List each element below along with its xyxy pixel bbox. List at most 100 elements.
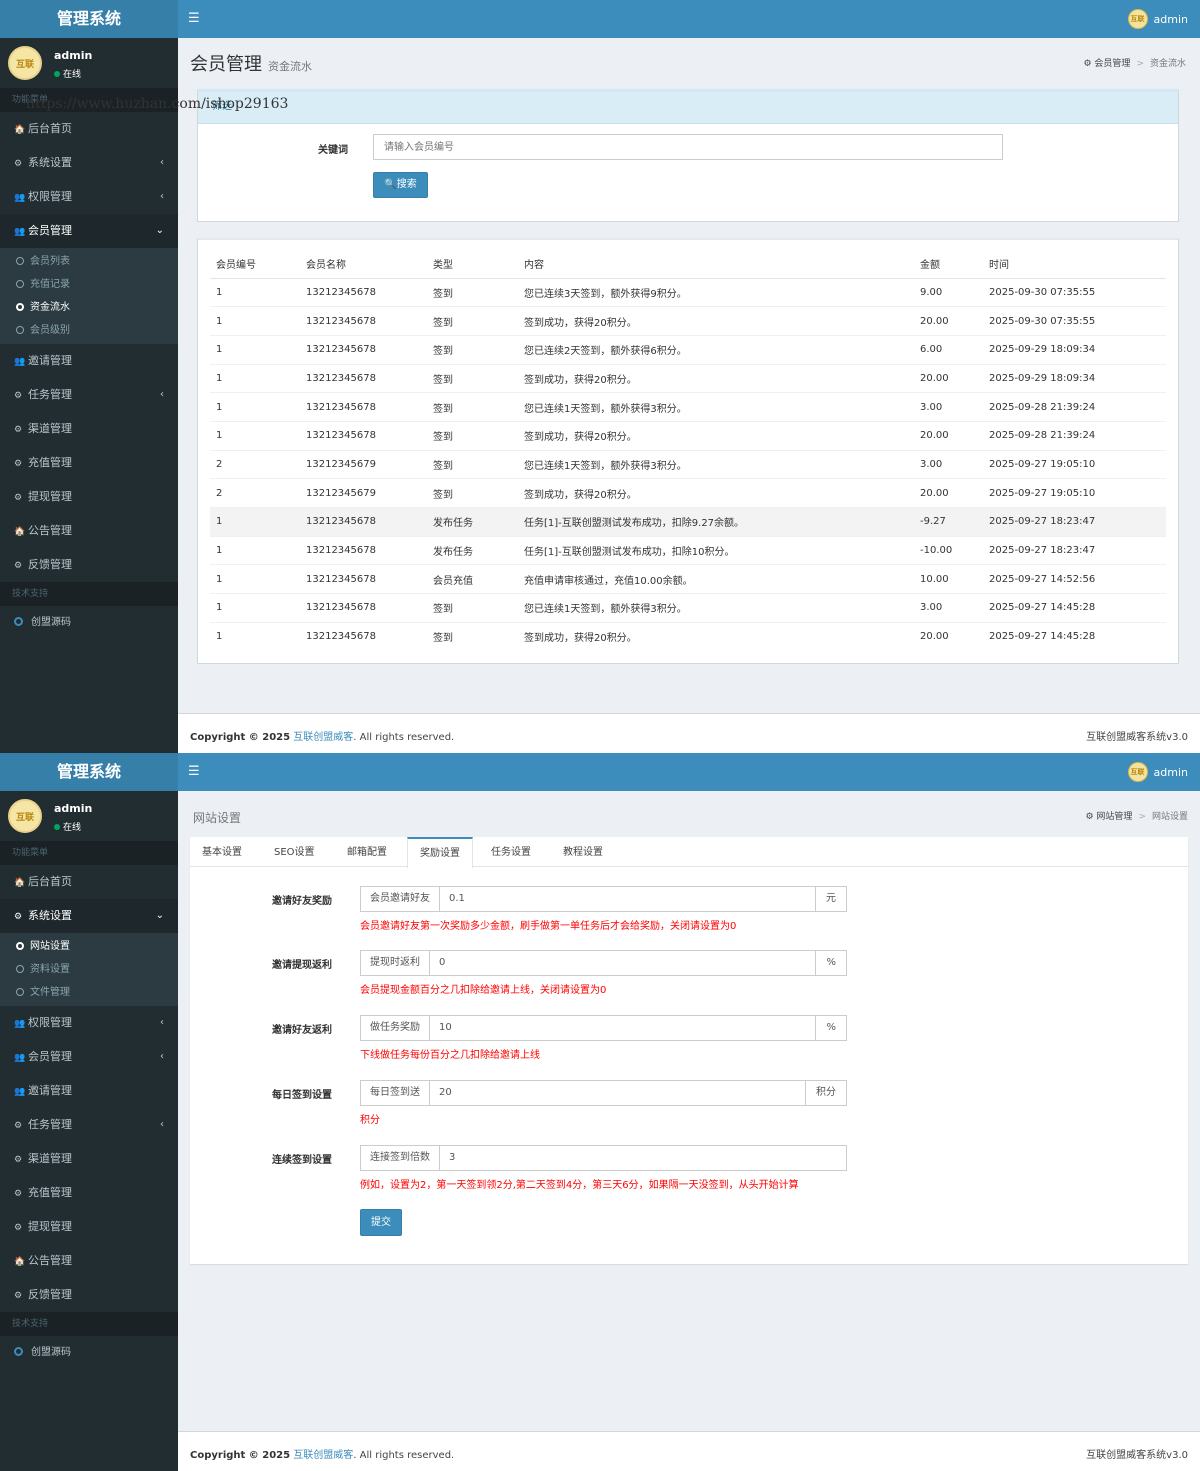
avatar: 互联 [8, 46, 42, 80]
tab-item[interactable]: SEO设置 [262, 837, 327, 867]
column-header: 金额 [914, 249, 983, 279]
breadcrumb-item[interactable]: 网站管理 [1096, 812, 1132, 822]
sidebar-item[interactable]: ⚙ 任务管理 ‹ [0, 378, 178, 412]
table-cell: 签到成功，获得20积分。 [518, 621, 914, 651]
users-icon: 👥 [14, 227, 26, 237]
table-cell: 您已连续3天签到，额外获得9积分。 [518, 277, 914, 307]
submit-button[interactable]: 提交 [360, 1209, 402, 1236]
table-cell: 签到 [427, 392, 518, 422]
home-icon: 🏠 [14, 527, 26, 537]
dashboard-icon: ⚙ [14, 1189, 23, 1199]
sidebar-subitem[interactable]: 文件管理 [0, 981, 178, 1004]
setting-input[interactable]: 0.1 [440, 887, 815, 911]
table-cell: 1 [210, 363, 300, 393]
user-menu[interactable]: 互联 admin [1127, 762, 1188, 782]
menu-toggle-icon[interactable]: ☰ [188, 764, 200, 779]
sidebar-item-source[interactable]: 创盟源码 [0, 606, 178, 640]
setting-input[interactable]: 3 [440, 1146, 846, 1170]
menu-toggle-icon[interactable]: ☰ [188, 11, 200, 26]
table-cell: 10.00 [914, 564, 983, 594]
search-box-header: 筛选 [198, 92, 1178, 124]
sidebar-item[interactable]: 👥 会员管理 ⌄ [0, 214, 178, 248]
sidebar-item[interactable]: ⚙ 渠道管理 [0, 1142, 178, 1176]
sidebar-subitem[interactable]: 网站设置 [0, 935, 178, 958]
sidebar-item[interactable]: ⚙ 反馈管理 [0, 548, 178, 582]
menu-header: 功能菜单 [0, 841, 178, 865]
search-button[interactable]: 🔍搜索 [373, 172, 428, 198]
input-suffix: 元 [815, 887, 846, 911]
breadcrumb-item[interactable]: 会员管理 [1094, 59, 1130, 69]
home-icon: 🏠 [14, 125, 26, 135]
sidebar-item-label: 渠道管理 [28, 422, 72, 435]
tab-item[interactable]: 基本设置 [190, 837, 254, 867]
sidebar-item[interactable]: 👥 权限管理 ‹ [0, 1006, 178, 1040]
table-row: 1 13212345678 签到 您已连续2天签到，额外获得6积分。 6.00 2025-… [210, 334, 1166, 365]
company-link[interactable]: 互联创盟威客 [293, 1450, 353, 1461]
table-cell: 2025-09-28 21:39:24 [983, 420, 1166, 451]
help-text: 例如，设置为2，第一天签到领2分,第二天签到4分，第三天6分，如果隔一天没签到，… [360, 1180, 799, 1191]
online-status: 在线 [54, 820, 81, 833]
setting-input[interactable]: 10 [430, 1016, 815, 1040]
table-cell: 2025-09-27 14:45:28 [983, 621, 1166, 651]
table-cell: 2025-09-30 07:35:55 [983, 277, 1166, 307]
table-row: 1 13212345678 签到 签到成功，获得20积分。 20.00 2025-09-2… [210, 363, 1166, 393]
brand-logo[interactable]: 管理系统 [0, 753, 178, 791]
tab-item[interactable]: 奖励设置 [407, 837, 473, 868]
sidebar-subitem[interactable]: 资料设置 [0, 958, 178, 981]
sidebar-item-label: 权限管理 [28, 1016, 72, 1029]
tab-item[interactable]: 任务设置 [479, 837, 543, 867]
sidebar: 互联 admin 在线 功能菜单 🏠 后台首页 ⚙ 系统设置 ‹ 👥 权限管理 ‹ 👥 会员管理 ⌄… [0, 38, 178, 753]
user-menu[interactable]: 互联 admin [1127, 9, 1188, 29]
sidebar-item[interactable]: ⚙ 系统设置 ⌄ [0, 899, 178, 933]
brand-logo[interactable]: 管理系统 [0, 0, 178, 38]
table-cell: 13212345679 [300, 478, 427, 508]
column-header: 会员名称 [300, 249, 427, 279]
sidebar-item-label: 公告管理 [28, 1254, 72, 1267]
sidebar-subitem[interactable]: 资金流水 [0, 296, 178, 319]
sidebar-item[interactable]: ⚙ 任务管理 ‹ [0, 1108, 178, 1142]
sidebar-item[interactable]: ⚙ 提现管理 [0, 480, 178, 514]
chevron-left-icon: ‹ [160, 389, 164, 400]
sidebar-subitem[interactable]: 会员列表 [0, 250, 178, 273]
help-text: 下线做任务每份百分之几扣除给邀请上线 [360, 1050, 540, 1061]
company-link[interactable]: 互联创盟威客 [293, 732, 353, 743]
column-header: 会员编号 [210, 249, 300, 279]
sidebar-item[interactable]: ⚙ 充值管理 [0, 446, 178, 480]
sidebar-item[interactable]: 👥 邀请管理 [0, 1074, 178, 1108]
sidebar-item[interactable]: 👥 权限管理 ‹ [0, 180, 178, 214]
input-group: 提现时返利 0% [360, 950, 847, 976]
sidebar-item[interactable]: 🏠 后台首页 [0, 112, 178, 146]
setting-input[interactable]: 0 [430, 951, 815, 975]
sidebar-item[interactable]: ⚙ 提现管理 [0, 1210, 178, 1244]
avatar: 互联 [1127, 9, 1148, 29]
sidebar-item-source[interactable]: 创盟源码 [0, 1336, 178, 1370]
tab-item[interactable]: 邮箱配置 [335, 837, 399, 867]
user-name: admin [54, 802, 93, 815]
input-suffix: % [815, 951, 846, 975]
sidebar-item[interactable]: 👥 会员管理 ‹ [0, 1040, 178, 1074]
sidebar-item[interactable]: ⚙ 渠道管理 [0, 412, 178, 446]
table-row: 1 13212345678 签到 您已连续1天签到，额外获得3积分。 3.00 2025-… [210, 593, 1166, 623]
input-addon: 做任务奖励 [361, 1016, 430, 1040]
table-cell: -9.27 [914, 507, 983, 537]
sidebar-item[interactable]: 👥 邀请管理 [0, 344, 178, 378]
table-cell: 2025-09-27 19:05:10 [983, 478, 1166, 508]
table-cell: 1 [210, 507, 300, 537]
sidebar-item-label: 权限管理 [28, 190, 72, 203]
table-row: 1 13212345678 会员充值 充值申请审核通过，充值10.00余额。 10.00… [210, 564, 1166, 594]
table-cell: 20.00 [914, 420, 983, 451]
setting-input[interactable]: 20 [430, 1081, 805, 1105]
sidebar-item[interactable]: ⚙ 充值管理 [0, 1176, 178, 1210]
keyword-input[interactable] [373, 134, 1003, 160]
breadcrumb: ⚙ 会员管理 > 资金流水 [1083, 59, 1186, 69]
sidebar-item[interactable]: ⚙ 反馈管理 [0, 1278, 178, 1312]
sidebar-subitem[interactable]: 会员级别 [0, 319, 178, 342]
sidebar-item[interactable]: 🏠 公告管理 [0, 1244, 178, 1278]
tab-item[interactable]: 教程设置 [551, 837, 615, 867]
field-label: 邀请提现返利 [272, 960, 332, 971]
sidebar-item[interactable]: ⚙ 系统设置 ‹ [0, 146, 178, 180]
sidebar-subitem[interactable]: 充值记录 [0, 273, 178, 296]
sidebar-item[interactable]: 🏠 公告管理 [0, 514, 178, 548]
sidebar-item[interactable]: 🏠 后台首页 [0, 865, 178, 899]
table-cell: 2 [210, 449, 300, 479]
